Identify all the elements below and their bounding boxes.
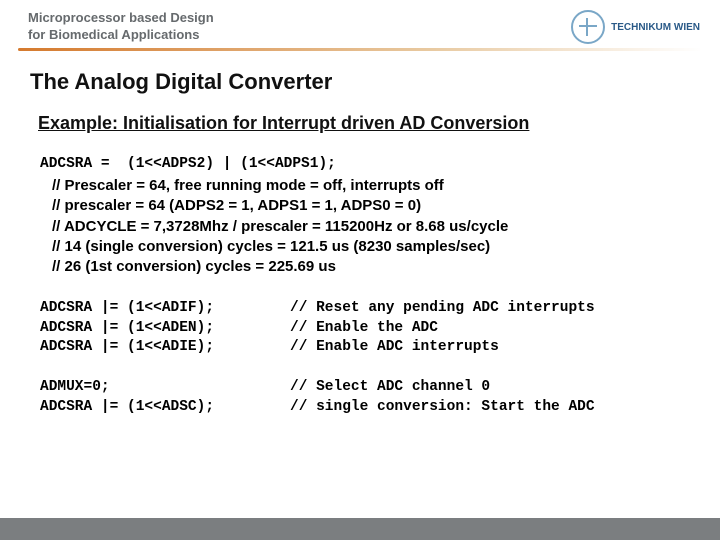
code-row: ADMUX=0; // Select ADC channel 0: [40, 378, 690, 398]
course-title-line1: Microprocessor based Design: [28, 10, 214, 27]
code-lhs: ADCSRA |= (1<<ADEN);: [40, 319, 290, 339]
logo-text: TECHNIKUM WIEN: [611, 22, 700, 33]
code-lhs: ADCSRA |= (1<<ADIF);: [40, 299, 290, 319]
code-comment: // Reset any pending ADC interrupts: [290, 299, 595, 319]
example-subtitle: Example: Initialisation for Interrupt dr…: [38, 113, 690, 134]
code-lhs: ADMUX=0;: [40, 378, 290, 398]
course-title: Microprocessor based Design for Biomedic…: [28, 10, 214, 44]
code-comment: // Enable ADC interrupts: [290, 338, 499, 358]
comment-line: // Prescaler = 64, free running mode = o…: [52, 176, 690, 196]
code-block-start: ADMUX=0; // Select ADC channel 0 ADCSRA …: [30, 378, 690, 417]
footer-bar: [0, 518, 720, 540]
code-row: ADCSRA |= (1<<ADEN); // Enable the ADC: [40, 319, 690, 339]
code-block-enable: ADCSRA |= (1<<ADIF); // Reset any pendin…: [30, 299, 690, 358]
comment-line: // 26 (1st conversion) cycles = 225.69 u…: [52, 257, 690, 277]
slide-content: The Analog Digital Converter Example: In…: [0, 51, 720, 417]
code-comment: // Select ADC channel 0: [290, 378, 490, 398]
page-title: The Analog Digital Converter: [30, 69, 690, 95]
code-row: ADCSRA |= (1<<ADSC); // single conversio…: [40, 398, 690, 418]
code-line-adcsra-init: ADCSRA = (1<<ADPS2) | (1<<ADPS1);: [40, 156, 690, 172]
code-row: ADCSRA |= (1<<ADIE); // Enable ADC inter…: [40, 338, 690, 358]
code-comment: // Enable the ADC: [290, 319, 438, 339]
comment-line: // ADCYCLE = 7,3728Mhz / prescaler = 115…: [52, 217, 690, 237]
code-comment: // single conversion: Start the ADC: [290, 398, 595, 418]
slide-header: Microprocessor based Design for Biomedic…: [0, 0, 720, 48]
logo-block: TECHNIKUM WIEN: [571, 10, 700, 44]
comment-line: // 14 (single conversion) cycles = 121.5…: [52, 237, 690, 257]
code-lhs: ADCSRA |= (1<<ADIE);: [40, 338, 290, 358]
comment-line: // prescaler = 64 (ADPS2 = 1, ADPS1 = 1,…: [52, 196, 690, 216]
code-lhs: ADCSRA |= (1<<ADSC);: [40, 398, 290, 418]
code-row: ADCSRA |= (1<<ADIF); // Reset any pendin…: [40, 299, 690, 319]
course-title-line2: for Biomedical Applications: [28, 27, 214, 44]
technikum-logo-icon: [571, 10, 605, 44]
comment-block: // Prescaler = 64, free running mode = o…: [52, 176, 690, 277]
